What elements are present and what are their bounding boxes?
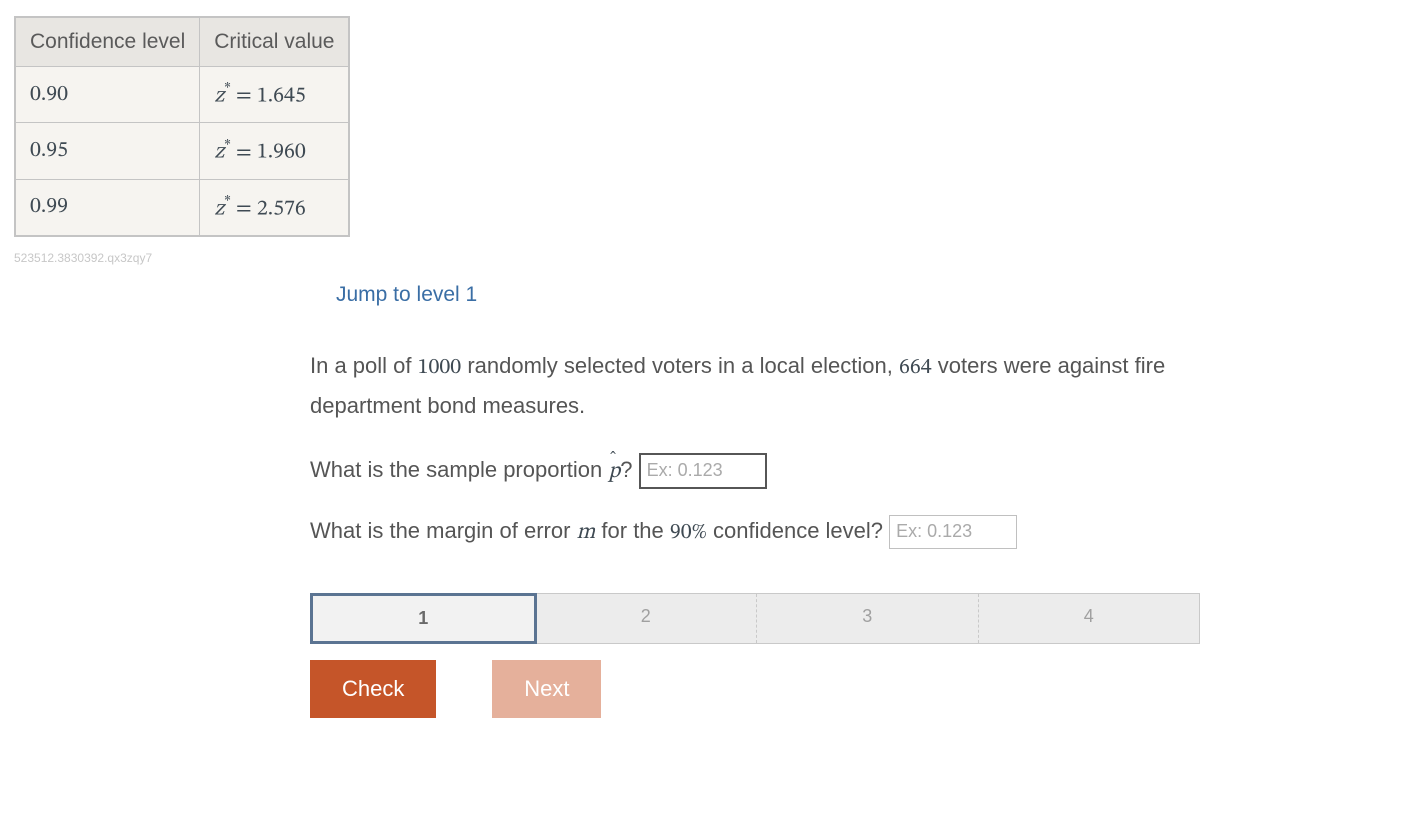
confidence-pct: 90% [670, 522, 707, 544]
conf-cell: 0.99 [15, 179, 200, 236]
question-margin-of-error: What is the margin of error m for the 90… [310, 515, 1210, 549]
step-tab-3[interactable]: 3 [757, 594, 979, 643]
table-row: 0.90 z* = 1.645 [15, 67, 349, 123]
question-sample-proportion: What is the sample proportion p? [310, 453, 1210, 489]
conf-cell: 0.90 [15, 67, 200, 123]
step-tabs: 1 2 3 4 [310, 593, 1200, 644]
crit-cell: z* = 1.960 [200, 123, 350, 179]
table-row: 0.99 z* = 2.576 [15, 179, 349, 236]
table-header-conf: Confidence level [15, 17, 200, 67]
against-count: 664 [899, 357, 932, 379]
step-tab-2[interactable]: 2 [536, 594, 758, 643]
question-hash: 523512.3830392.qx3zqy7 [14, 251, 1399, 265]
step-tab-4[interactable]: 4 [979, 594, 1200, 643]
conf-cell: 0.95 [15, 123, 200, 179]
next-button[interactable]: Next [492, 660, 601, 718]
crit-cell: z* = 2.576 [200, 179, 350, 236]
m-symbol: m [577, 522, 596, 544]
margin-of-error-input[interactable] [889, 515, 1017, 549]
problem-statement: In a poll of 1000 randomly selected vote… [310, 347, 1210, 425]
step-tab-1[interactable]: 1 [310, 593, 537, 644]
crit-cell: z* = 1.645 [200, 67, 350, 123]
poll-size: 1000 [418, 357, 462, 379]
critical-value-table: Confidence level Critical value 0.90 z* … [14, 16, 350, 237]
jump-to-level-link[interactable]: Jump to level 1 [336, 283, 1210, 307]
p-hat-symbol: p [608, 458, 620, 486]
table-header-crit: Critical value [200, 17, 350, 67]
table-row: 0.95 z* = 1.960 [15, 123, 349, 179]
sample-proportion-input[interactable] [639, 453, 767, 489]
check-button[interactable]: Check [310, 660, 436, 718]
